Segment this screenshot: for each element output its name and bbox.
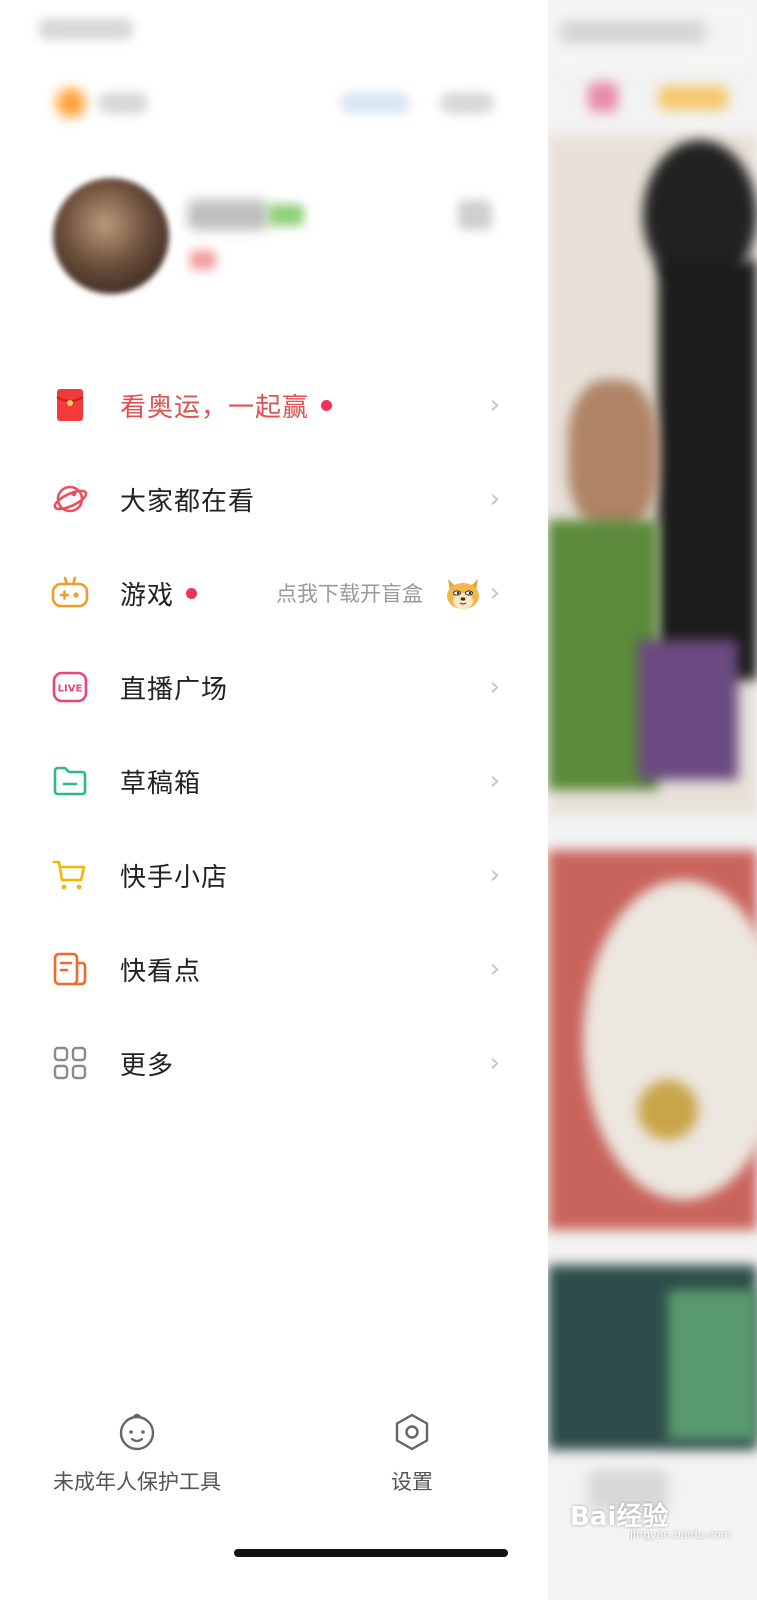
menu-label-kuaikandian: 快看点	[120, 956, 202, 987]
gamepad-icon	[50, 573, 90, 613]
profile-action-icon[interactable]	[458, 200, 492, 230]
top-right-action[interactable]	[340, 92, 410, 114]
coin-text	[98, 92, 148, 114]
baby-face-icon	[42, 1412, 232, 1456]
news-icon	[50, 949, 90, 989]
chevron-right-icon: ›	[489, 484, 500, 514]
menu-label-shop: 快手小店	[120, 862, 229, 893]
chevron-right-icon: ›	[489, 390, 500, 420]
chevron-right-icon: ›	[489, 860, 500, 890]
menu-label-live-square: 直播广场	[120, 674, 229, 705]
menu-label-drafts: 草稿箱	[120, 768, 202, 799]
coin-icon	[56, 88, 86, 118]
folder-icon	[50, 761, 90, 801]
chevron-right-icon: ›	[489, 578, 500, 608]
menu-item-live-square[interactable]: LIVE 直播广场 ›	[0, 640, 548, 734]
games-hint: 点我下载开盲盒	[276, 582, 423, 606]
status-bar-time	[38, 18, 134, 40]
user-sub-info	[190, 250, 216, 270]
grid-icon	[50, 1043, 90, 1083]
user-name[interactable]	[188, 200, 268, 230]
menu-label-olympics: 看奥运，一起赢	[120, 387, 333, 424]
user-badge	[268, 204, 304, 226]
menu-item-shop[interactable]: 快手小店 ›	[0, 828, 548, 922]
badge-dot	[186, 587, 198, 599]
doge-emoji-icon	[444, 575, 482, 611]
menu-label-games: 游戏	[120, 575, 198, 612]
chevron-right-icon: ›	[489, 672, 500, 702]
drawer-menu: 看奥运，一起赢 › 大家都在看 › 游戏 点我下载开盲盒 › LIVE 直播广场…	[0, 358, 548, 1110]
menu-item-trending[interactable]: 大家都在看 ›	[0, 452, 548, 546]
background-feed	[548, 0, 757, 1600]
minor-protection-label: 未成年人保护工具	[53, 1470, 221, 1494]
baidu-watermark-url: jingyan.baidu.com	[630, 1528, 732, 1541]
menu-label-more: 更多	[120, 1050, 175, 1081]
planet-icon	[50, 479, 90, 519]
settings-icon	[370, 1412, 454, 1456]
side-drawer: 看奥运，一起赢 › 大家都在看 › 游戏 点我下载开盲盒 › LIVE 直播广场…	[0, 0, 548, 1600]
settings-button[interactable]: 设置	[370, 1412, 454, 1496]
menu-item-kuaikandian[interactable]: 快看点 ›	[0, 922, 548, 1016]
chevron-right-icon: ›	[489, 1048, 500, 1078]
top-right-action-2[interactable]	[440, 92, 494, 114]
svg-text:LIVE: LIVE	[58, 684, 83, 695]
red-envelope-icon	[50, 385, 90, 425]
menu-item-games[interactable]: 游戏 点我下载开盲盒 ›	[0, 546, 548, 640]
home-indicator[interactable]	[234, 1549, 508, 1557]
avatar[interactable]	[53, 178, 169, 294]
cart-icon	[50, 855, 90, 895]
menu-item-drafts[interactable]: 草稿箱 ›	[0, 734, 548, 828]
menu-label-trending: 大家都在看	[120, 486, 256, 517]
minor-protection-button[interactable]: 未成年人保护工具	[42, 1412, 232, 1496]
chevron-right-icon: ›	[489, 954, 500, 984]
chevron-right-icon: ›	[489, 766, 500, 796]
menu-item-more[interactable]: 更多 ›	[0, 1016, 548, 1110]
live-icon: LIVE	[50, 667, 90, 707]
menu-item-olympics[interactable]: 看奥运，一起赢 ›	[0, 358, 548, 452]
badge-dot	[321, 399, 333, 411]
settings-label: 设置	[391, 1470, 433, 1494]
